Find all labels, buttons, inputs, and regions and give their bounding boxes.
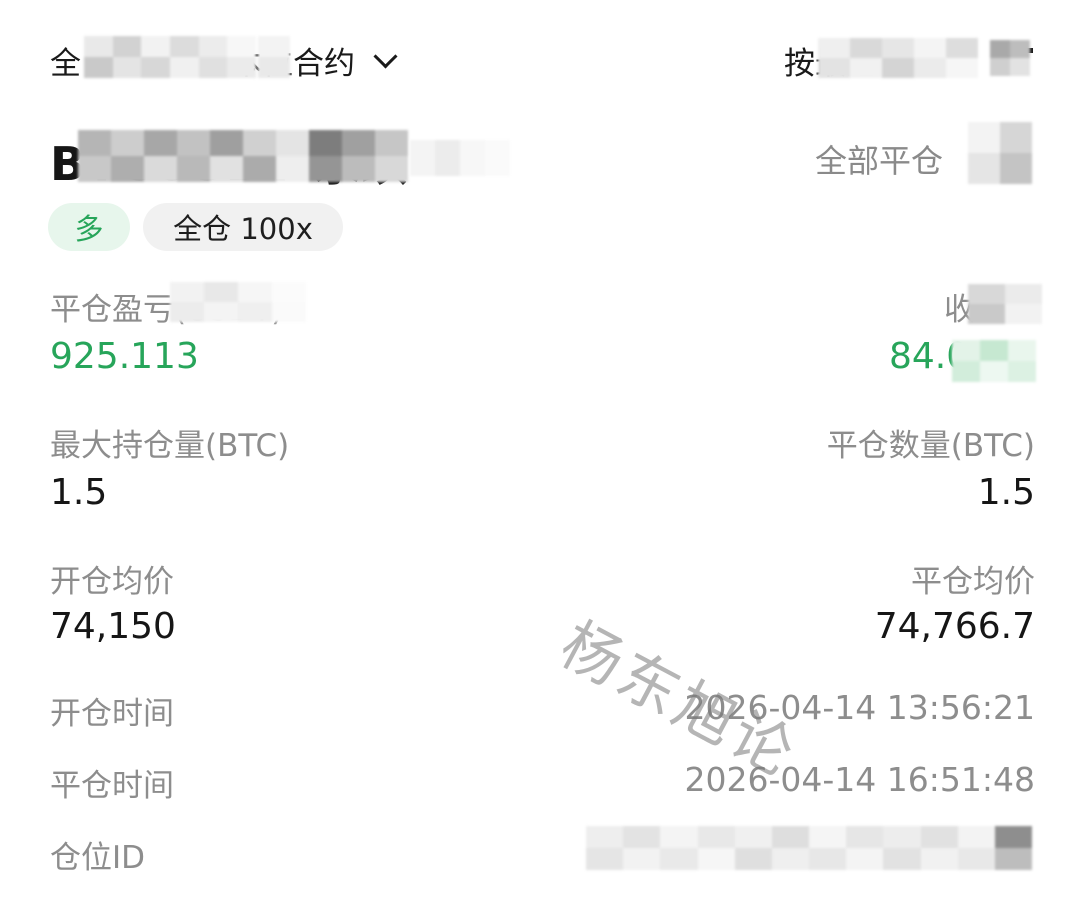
open-avg-label: 开仓均价 xyxy=(50,564,174,600)
open-time-label: 开仓时间 xyxy=(50,696,174,732)
filter-icon[interactable] xyxy=(1001,44,1035,78)
sort-label: 按最近 xyxy=(784,46,877,82)
open-avg-value: 74,150 xyxy=(50,606,176,647)
sort-dropdown[interactable]: 按最近 xyxy=(784,38,1035,83)
close-time-label: 平仓时间 xyxy=(50,768,174,804)
close-all-button[interactable]: 全部平仓 xyxy=(815,136,943,182)
close-avg-label: 平仓均价 xyxy=(911,564,1035,600)
close-qty-value: 1.5 xyxy=(977,472,1035,513)
direction-tag: 多 xyxy=(48,203,130,251)
redaction-mosaic xyxy=(410,140,510,176)
position-history-detail: 全 本位合约 按最近 BTCUSDT 永续 全部平仓 多 全仓 100x 平仓盈… xyxy=(0,0,1071,920)
yield-label: 收 xyxy=(944,292,975,328)
redaction-mosaic xyxy=(586,826,1032,870)
yield-value: 84.0 xyxy=(889,336,970,377)
redaction-mosaic xyxy=(968,122,1032,184)
contract-type-label-start: 全 xyxy=(50,46,81,82)
filter-bar: 全 本位合约 按最近 xyxy=(50,28,1035,88)
redaction-mosaic xyxy=(968,284,1042,324)
position-id-label: 仓位ID xyxy=(50,840,146,876)
close-qty-label: 平仓数量(BTC) xyxy=(826,428,1035,464)
contract-type-dropdown[interactable]: 全 本位合约 xyxy=(50,38,398,83)
pnl-value: 925.113 xyxy=(50,336,199,377)
max-hold-value: 1.5 xyxy=(50,472,108,513)
chevron-down-icon xyxy=(373,44,398,69)
close-avg-value: 74,766.7 xyxy=(874,606,1035,647)
close-time-value: 2026-04-14 16:51:48 xyxy=(684,760,1035,799)
margin-mode-tag: 全仓 100x xyxy=(143,203,343,251)
max-hold-label: 最大持仓量(BTC) xyxy=(50,428,290,464)
contract-title: BTCUSDT 永续 xyxy=(50,137,409,191)
contract-type-label-end: 本位合约 xyxy=(231,46,355,82)
open-time-value: 2026-04-14 13:56:21 xyxy=(684,688,1035,727)
pnl-label: 平仓盈亏(USDT) xyxy=(50,292,284,328)
